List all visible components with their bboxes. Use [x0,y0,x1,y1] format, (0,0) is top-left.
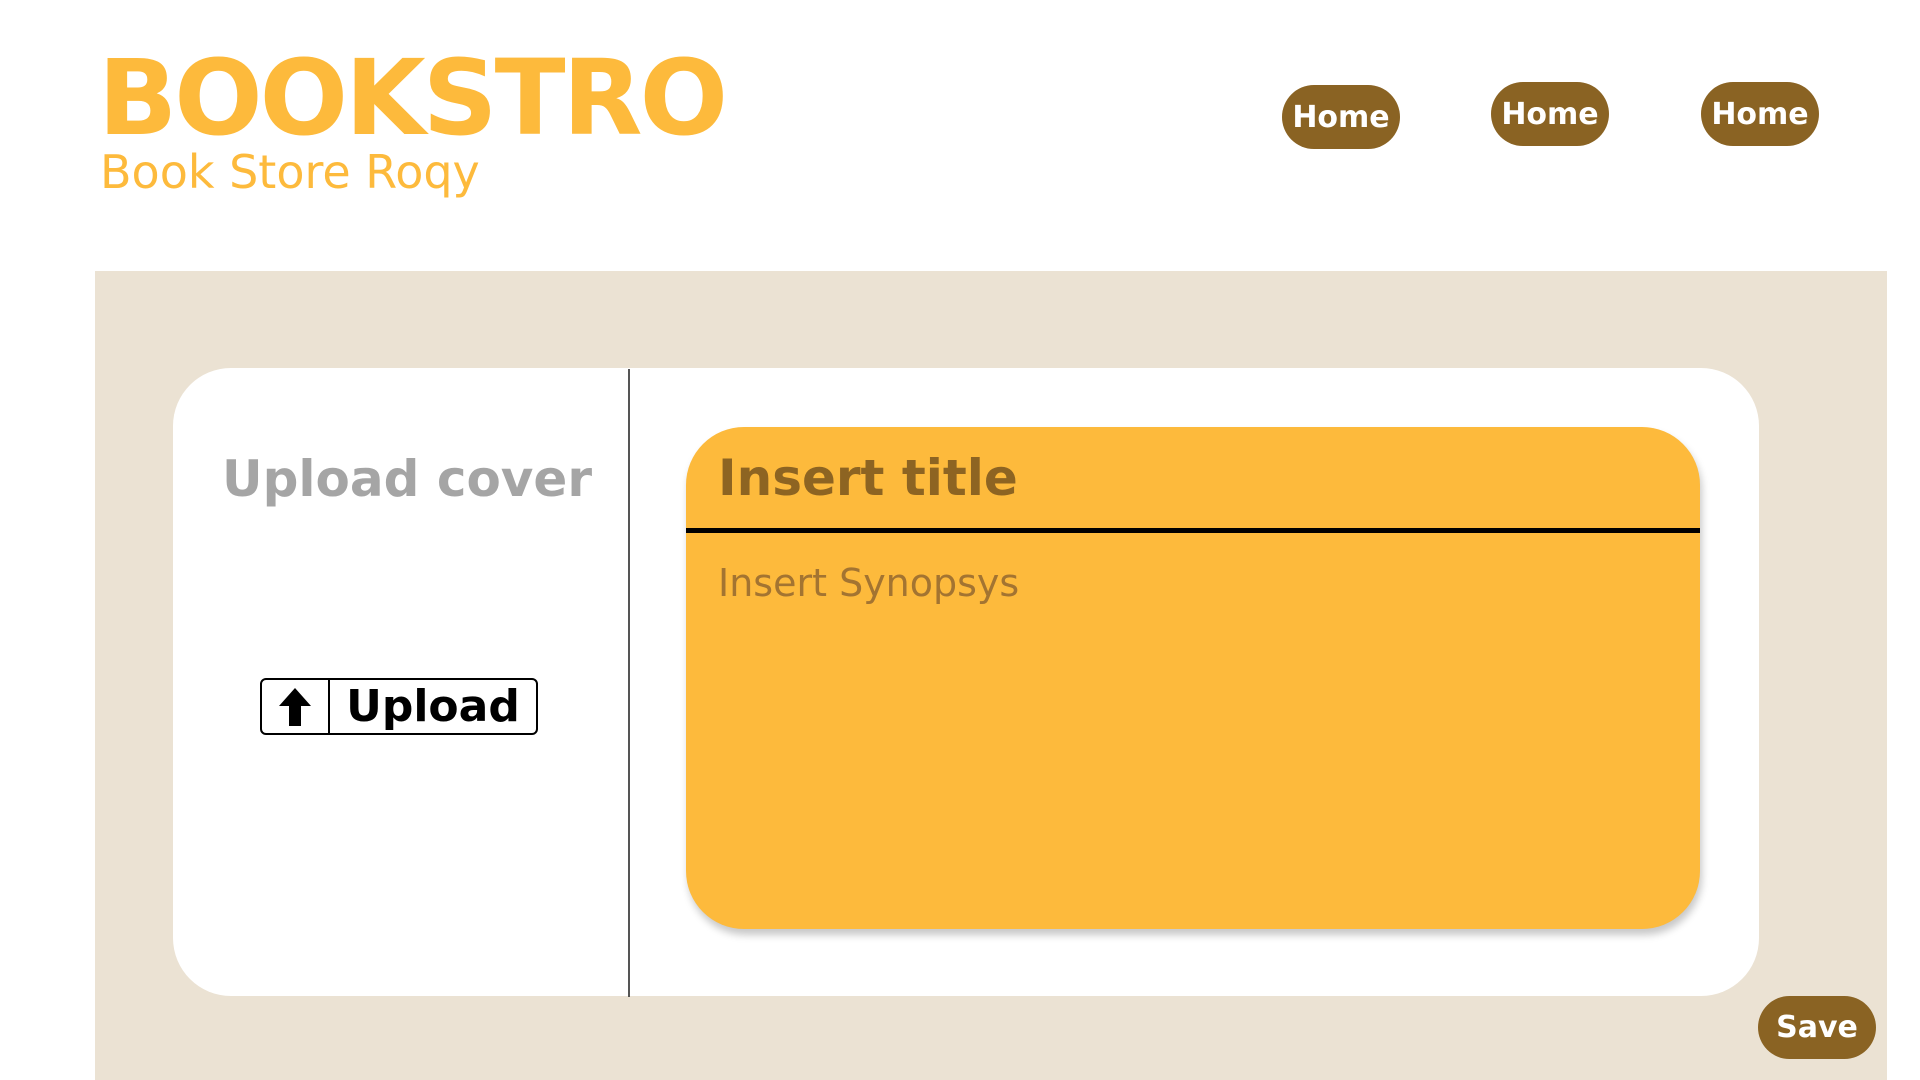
nav-home-button-1[interactable]: Home [1282,85,1400,149]
upload-button[interactable]: Upload [260,678,538,735]
upload-cover-heading: Upload cover [222,450,592,508]
nav-home-button-3[interactable]: Home [1701,82,1819,146]
synopsis-input[interactable] [686,533,1700,929]
book-form [686,427,1700,929]
card-divider [628,369,630,997]
upload-button-label: Upload [346,681,520,732]
brand-title: BOOKSTRO [98,37,728,159]
nav-home-button-2[interactable]: Home [1491,82,1609,146]
brand-subtitle: Book Store Roqy [100,145,480,199]
save-button[interactable]: Save [1758,996,1876,1059]
arrow-up-icon [262,680,330,733]
title-input[interactable] [686,427,1700,533]
